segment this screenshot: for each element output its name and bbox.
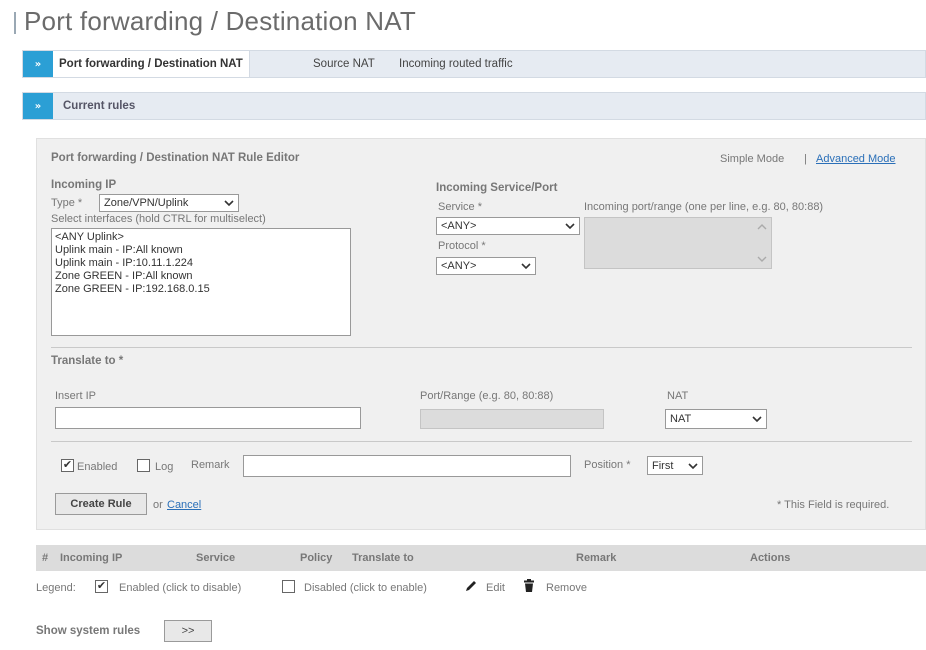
chevron-down-icon bbox=[521, 263, 531, 270]
list-item[interactable]: Uplink main - IP:10.11.1.224 bbox=[55, 257, 347, 270]
port-range-label: Port/Range (e.g. 80, 80:88) bbox=[420, 390, 554, 402]
port-range-input[interactable] bbox=[420, 409, 604, 429]
scroll-up-icon[interactable] bbox=[757, 222, 767, 232]
protocol-select-value: <ANY> bbox=[441, 260, 477, 272]
chevron-down-icon bbox=[565, 223, 575, 230]
list-item[interactable]: Uplink main - IP:All known bbox=[55, 244, 347, 257]
pencil-icon bbox=[466, 581, 476, 591]
legend-disabled-text: Disabled (click to enable) bbox=[304, 582, 427, 594]
legend-edit-text: Edit bbox=[486, 582, 505, 594]
interfaces-listbox[interactable]: <ANY Uplink> Uplink main - IP:All known … bbox=[51, 228, 351, 336]
type-label: Type * bbox=[51, 197, 83, 209]
required-note: * This Field is required. bbox=[777, 499, 890, 511]
remark-label: Remark bbox=[191, 459, 230, 471]
scroll-down-icon[interactable] bbox=[757, 254, 767, 264]
list-item[interactable]: <ANY Uplink> bbox=[55, 231, 347, 244]
legend-disabled-icon bbox=[282, 580, 295, 593]
tab-port-forwarding[interactable]: Port forwarding / Destination NAT bbox=[53, 51, 250, 77]
remark-input[interactable] bbox=[243, 455, 571, 477]
legend-enabled-text: Enabled (click to disable) bbox=[119, 582, 242, 594]
tab-collapse-icon[interactable]: » bbox=[23, 51, 53, 77]
divider bbox=[51, 347, 912, 348]
page-title: Port forwarding / Destination NAT bbox=[24, 6, 416, 36]
column-header-incoming-ip: Incoming IP bbox=[60, 552, 123, 564]
title-accent-bar bbox=[14, 12, 16, 34]
column-header-number: # bbox=[42, 552, 49, 564]
chevron-down-icon bbox=[752, 416, 762, 423]
interfaces-hint: Select interfaces (hold CTRL for multise… bbox=[51, 213, 266, 225]
position-label: Position * bbox=[584, 459, 631, 471]
type-select[interactable]: Zone/VPN/Uplink bbox=[99, 194, 239, 212]
type-select-value: Zone/VPN/Uplink bbox=[104, 197, 189, 209]
current-rules-bar[interactable]: » Current rules bbox=[22, 92, 926, 120]
list-item[interactable]: Zone GREEN - IP:192.168.0.15 bbox=[55, 283, 347, 296]
cancel-link[interactable]: Cancel bbox=[167, 499, 201, 511]
translate-heading: Translate to * bbox=[51, 355, 124, 367]
current-rules-title: Current rules bbox=[63, 100, 136, 112]
nat-label: NAT bbox=[667, 390, 689, 402]
insert-ip-input[interactable] bbox=[55, 407, 361, 429]
legend-remove-text: Remove bbox=[546, 582, 587, 594]
legend-label: Legend: bbox=[36, 582, 76, 594]
or-text: or bbox=[153, 499, 163, 511]
position-select-value: First bbox=[652, 459, 674, 472]
column-header-policy: Policy bbox=[300, 552, 333, 564]
divider bbox=[51, 441, 912, 442]
mode-separator: | bbox=[804, 153, 807, 165]
list-item[interactable]: Zone GREEN - IP:All known bbox=[55, 270, 347, 283]
column-header-service: Service bbox=[196, 552, 236, 564]
service-select[interactable]: <ANY> bbox=[436, 217, 580, 235]
advanced-mode-link[interactable]: Advanced Mode bbox=[816, 153, 896, 165]
rule-editor-title: Port forwarding / Destination NAT Rule E… bbox=[51, 152, 300, 164]
column-header-remark: Remark bbox=[576, 552, 617, 564]
nat-select[interactable]: NAT bbox=[665, 409, 767, 429]
position-select[interactable]: First bbox=[647, 456, 703, 475]
service-select-value: <ANY> bbox=[441, 220, 477, 232]
column-header-translate-to: Translate to bbox=[352, 552, 414, 564]
show-system-rules-label: Show system rules bbox=[36, 625, 141, 637]
show-system-rules-button[interactable]: >> bbox=[164, 620, 212, 642]
enabled-checkbox[interactable]: ✔ bbox=[61, 459, 74, 472]
protocol-select[interactable]: <ANY> bbox=[436, 257, 536, 275]
trash-icon bbox=[524, 579, 534, 592]
incoming-service-heading: Incoming Service/Port bbox=[436, 182, 558, 194]
tab-bar: » Port forwarding / Destination NAT Sour… bbox=[22, 50, 926, 78]
tab-source-nat[interactable]: Source NAT bbox=[307, 51, 381, 77]
chevron-down-icon bbox=[224, 200, 234, 207]
service-label: Service * bbox=[438, 201, 483, 213]
enabled-label: Enabled bbox=[77, 461, 118, 473]
rule-editor-panel: Port forwarding / Destination NAT Rule E… bbox=[36, 138, 926, 530]
protocol-label: Protocol * bbox=[438, 240, 486, 252]
incoming-port-label: Incoming port/range (one per line, e.g. … bbox=[584, 201, 824, 213]
incoming-ip-heading: Incoming IP bbox=[51, 179, 117, 191]
column-header-actions: Actions bbox=[750, 552, 791, 564]
tab-incoming-routed-traffic[interactable]: Incoming routed traffic bbox=[393, 51, 519, 77]
rules-table-header: # Incoming IP Service Policy Translate t… bbox=[36, 545, 926, 571]
simple-mode-label: Simple Mode bbox=[720, 153, 785, 165]
current-rules-collapse-icon[interactable]: » bbox=[23, 93, 53, 119]
chevron-down-icon bbox=[688, 462, 698, 469]
log-checkbox[interactable] bbox=[137, 459, 150, 472]
log-label: Log bbox=[155, 461, 174, 473]
legend-enabled-icon: ✔ bbox=[95, 580, 108, 593]
create-rule-button[interactable]: Create Rule bbox=[55, 493, 147, 515]
incoming-port-textarea[interactable] bbox=[584, 217, 772, 269]
nat-select-value: NAT bbox=[670, 413, 692, 425]
insert-ip-label: Insert IP bbox=[55, 390, 96, 402]
